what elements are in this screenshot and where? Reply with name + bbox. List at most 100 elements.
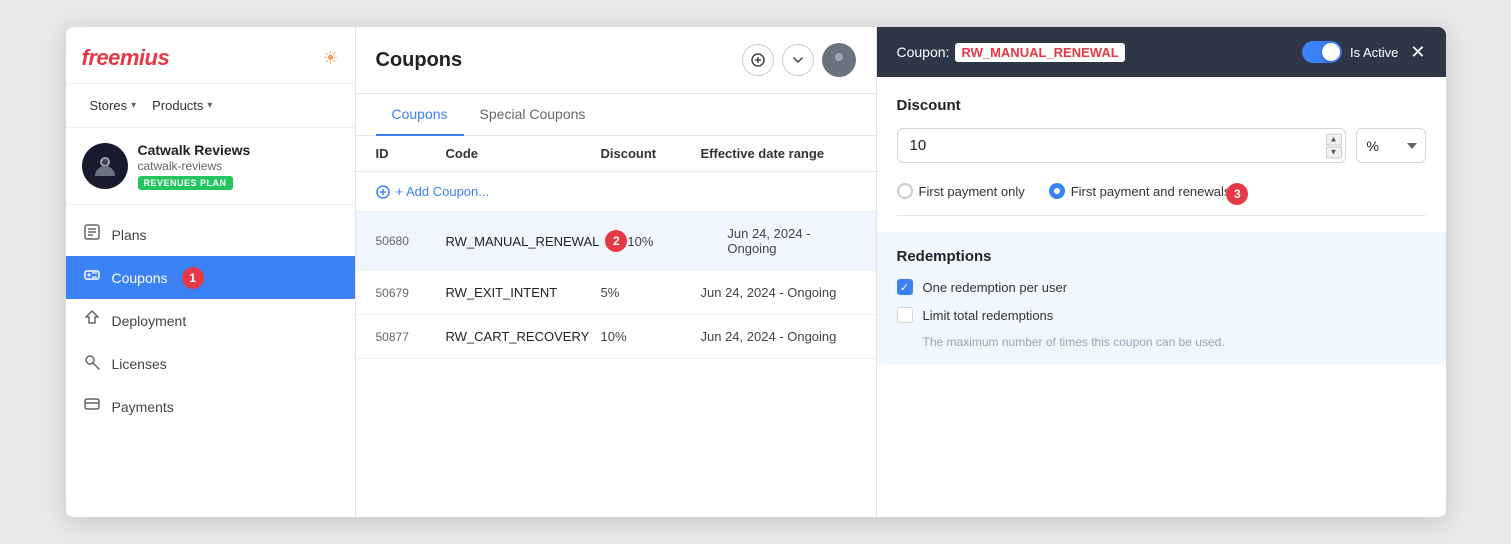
- discount-unit-select[interactable]: % $: [1356, 128, 1426, 163]
- products-chevron-icon: ▾: [207, 100, 212, 111]
- store-plan-badge: REVENUES PLAN: [138, 176, 233, 190]
- add-coupon-icon-button[interactable]: [742, 44, 774, 76]
- store-avatar-image: [90, 151, 120, 181]
- col-code: Code: [446, 146, 601, 161]
- toggle-switch[interactable]: [1302, 41, 1342, 63]
- coupons-table: ID Code Discount Effective date range + …: [356, 136, 876, 517]
- col-discount: Discount: [601, 146, 701, 161]
- dropdown-button[interactable]: [782, 44, 814, 76]
- avatar: [82, 143, 128, 189]
- main-header: Coupons: [356, 27, 876, 94]
- col-id: ID: [376, 146, 446, 161]
- row-discount: 10%: [627, 234, 727, 249]
- stores-nav[interactable]: Stores ▾: [82, 94, 145, 117]
- is-active-label: Is Active: [1350, 45, 1398, 60]
- stores-chevron-icon: ▾: [131, 100, 136, 111]
- licenses-label: Licenses: [112, 356, 167, 372]
- radio-first-renewals-circle: [1049, 183, 1065, 199]
- tab-coupons[interactable]: Coupons: [376, 94, 464, 136]
- deployment-icon: [82, 309, 102, 332]
- sidebar-item-payments[interactable]: Payments: [66, 385, 355, 428]
- discount-input[interactable]: [897, 128, 1346, 163]
- row-code: RW_EXIT_INTENT: [446, 285, 601, 300]
- help-text: The maximum number of times this coupon …: [923, 335, 1426, 349]
- sidebar-item-deployment[interactable]: Deployment: [66, 299, 355, 342]
- is-active-toggle[interactable]: Is Active: [1302, 41, 1398, 63]
- tabs: Coupons Special Coupons: [356, 94, 876, 136]
- add-coupon-button[interactable]: + Add Coupon...: [376, 184, 490, 199]
- deployment-label: Deployment: [112, 313, 187, 329]
- tab-special-coupons[interactable]: Special Coupons: [464, 94, 602, 136]
- step-badge-3: 3: [1226, 183, 1248, 205]
- panel-title: Coupon: RW_MANUAL_RENEWAL: [897, 43, 1125, 62]
- sidebar-nav: Plans Coupons 1 Deployment Licenses: [66, 205, 355, 517]
- store-card: Catwalk Reviews catwalk-reviews REVENUES…: [66, 128, 355, 205]
- user-avatar[interactable]: [822, 43, 856, 77]
- theme-icon[interactable]: ☀: [322, 48, 338, 69]
- discount-input-wrap: ▲ ▼: [897, 128, 1346, 163]
- products-nav[interactable]: Products ▾: [144, 94, 220, 117]
- store-name: Catwalk Reviews: [138, 142, 339, 158]
- table-row[interactable]: 50680 RW_MANUAL_RENEWAL 2 10% Jun 24, 20…: [356, 212, 876, 271]
- radio-first-renewals[interactable]: First payment and renewals 3: [1049, 183, 1241, 199]
- sidebar-item-coupons[interactable]: Coupons 1: [66, 256, 355, 299]
- store-slug: catwalk-reviews: [138, 159, 339, 173]
- row-id: 50679: [376, 286, 446, 300]
- top-nav: Stores ▾ Products ▾: [66, 84, 355, 128]
- coupons-badge: 1: [182, 267, 204, 289]
- table-row[interactable]: 50679 RW_EXIT_INTENT 5% Jun 24, 2024 - O…: [356, 271, 876, 315]
- row-date: Jun 24, 2024 - Ongoing: [701, 285, 856, 300]
- row-badge: 2: [605, 230, 627, 252]
- radio-first-only-circle: [897, 183, 913, 199]
- logo-text: freemius: [82, 45, 170, 71]
- coupons-label: Coupons: [112, 270, 168, 286]
- radio-first-payment-only[interactable]: First payment only: [897, 183, 1025, 199]
- one-redemption-label: One redemption per user: [923, 280, 1068, 295]
- sidebar-header: freemius ☀: [66, 27, 355, 84]
- sidebar: freemius ☀ Stores ▾ Products ▾: [66, 27, 356, 517]
- one-redemption-row[interactable]: ✓ One redemption per user: [897, 279, 1426, 295]
- header-actions: [742, 43, 856, 77]
- payments-icon: [82, 395, 102, 418]
- discount-row: ▲ ▼ % $: [897, 128, 1426, 163]
- limit-total-row[interactable]: Limit total redemptions: [897, 307, 1426, 323]
- close-panel-button[interactable]: ✕: [1410, 43, 1425, 61]
- plans-icon: [82, 223, 102, 246]
- limit-total-label: Limit total redemptions: [923, 308, 1054, 323]
- page-title: Coupons: [376, 49, 463, 72]
- payments-label: Payments: [112, 399, 174, 415]
- increment-button[interactable]: ▲: [1326, 133, 1342, 145]
- limit-total-checkbox[interactable]: [897, 307, 913, 323]
- logo[interactable]: freemius: [82, 45, 170, 71]
- licenses-icon: [82, 352, 102, 375]
- discount-section-title: Discount: [897, 97, 1426, 114]
- sidebar-item-plans[interactable]: Plans: [66, 213, 355, 256]
- redemptions-section: Redemptions ✓ One redemption per user Li…: [877, 232, 1446, 365]
- row-code: RW_CART_RECOVERY: [446, 329, 601, 344]
- row-id: 50877: [376, 330, 446, 344]
- add-coupon-row: + Add Coupon...: [356, 172, 876, 212]
- payment-options: First payment only First payment and ren…: [897, 183, 1426, 199]
- panel-header-actions: Is Active ✕: [1302, 41, 1426, 63]
- row-discount: 5%: [601, 285, 701, 300]
- right-panel: Coupon: RW_MANUAL_RENEWAL Is Active ✕ Di…: [876, 27, 1446, 517]
- row-discount: 10%: [601, 329, 701, 344]
- table-header: ID Code Discount Effective date range: [356, 136, 876, 172]
- table-row[interactable]: 50877 RW_CART_RECOVERY 10% Jun 24, 2024 …: [356, 315, 876, 359]
- redemptions-title: Redemptions: [897, 248, 1426, 265]
- sidebar-item-licenses[interactable]: Licenses: [66, 342, 355, 385]
- panel-body: Discount ▲ ▼ % $ First payment only: [877, 77, 1446, 517]
- one-redemption-checkbox[interactable]: ✓: [897, 279, 913, 295]
- store-info: Catwalk Reviews catwalk-reviews REVENUES…: [138, 142, 339, 190]
- row-date: Jun 24, 2024 - Ongoing: [701, 329, 856, 344]
- decrement-button[interactable]: ▼: [1326, 146, 1342, 158]
- checkmark-icon: ✓: [900, 281, 909, 294]
- main-content: Coupons Coupons Special Coupons: [356, 27, 876, 517]
- coupons-icon: [82, 266, 102, 289]
- radio-first-only-label: First payment only: [919, 184, 1025, 199]
- divider: [897, 215, 1426, 216]
- row-code: RW_MANUAL_RENEWAL 2: [446, 230, 628, 252]
- panel-header: Coupon: RW_MANUAL_RENEWAL Is Active ✕: [877, 27, 1446, 77]
- spinner-buttons: ▲ ▼: [1326, 133, 1342, 158]
- col-date: Effective date range: [701, 146, 856, 161]
